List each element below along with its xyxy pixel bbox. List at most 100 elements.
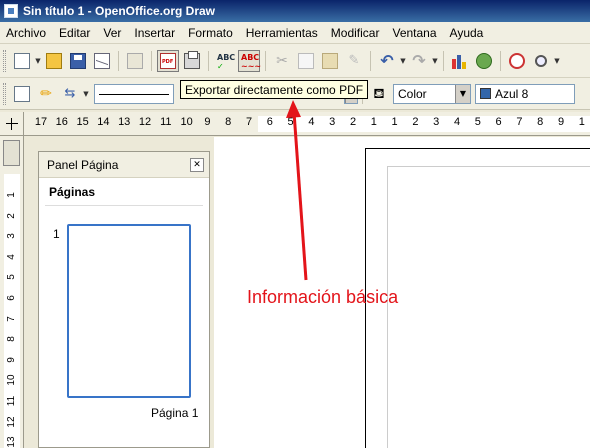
undo-dropdown-icon[interactable]: ▼ bbox=[399, 57, 407, 65]
close-icon[interactable]: ✕ bbox=[190, 157, 204, 172]
ruler-origin-icon[interactable] bbox=[0, 112, 24, 136]
toolbar-separator bbox=[265, 50, 266, 71]
ruler-tick-label: 7 bbox=[516, 116, 523, 128]
area-style-select[interactable]: Color ▼ bbox=[393, 83, 471, 104]
export-pdf-button[interactable] bbox=[157, 49, 179, 72]
menu-insertar[interactable]: Insertar bbox=[128, 26, 182, 40]
toolbar-separator bbox=[443, 50, 444, 71]
ruler-tick-label: 1 bbox=[391, 116, 398, 128]
line-style-button[interactable] bbox=[11, 83, 33, 105]
autospellcheck-icon: ABC ~~~ bbox=[241, 52, 262, 71]
toolbar-grip[interactable] bbox=[3, 82, 6, 105]
redo-button[interactable]: ↷ bbox=[408, 50, 430, 72]
export-pdf-tooltip: Exportar directamente como PDF bbox=[180, 80, 369, 99]
ruler-tick-label: 13 bbox=[6, 436, 17, 448]
ruler-tick-label: 8 bbox=[537, 116, 544, 128]
fontwork-button[interactable] bbox=[473, 50, 495, 72]
line-color-button[interactable]: ✏ bbox=[35, 83, 57, 105]
menu-modificar[interactable]: Modificar bbox=[325, 26, 387, 40]
page-thumbnail[interactable] bbox=[67, 224, 191, 398]
ruler-tick-label: 11 bbox=[160, 116, 172, 128]
ruler-tick-label: 2 bbox=[349, 116, 357, 128]
spellcheck-button[interactable]: ABC ✓ bbox=[214, 50, 236, 72]
horizontal-ruler[interactable]: 17 16 15 14 13 12 11 10 9 8 7 6 5 4 3 2 1 1 2 3 4 5 6 7 8 9 1 bbox=[0, 112, 590, 136]
redo-icon: ↷ bbox=[412, 50, 426, 70]
ruler-tick-label: 15 bbox=[76, 116, 89, 128]
autospellcheck-button[interactable]: ABC ~~~ bbox=[238, 49, 262, 72]
ruler-tick-label: 5 bbox=[287, 116, 294, 128]
menu-archivo[interactable]: Archivo bbox=[0, 26, 53, 40]
panel-header[interactable]: Panel Página ✕ bbox=[39, 152, 209, 178]
toolbar-grip[interactable] bbox=[3, 49, 6, 72]
email-button[interactable] bbox=[91, 50, 113, 72]
ruler-tick-label: 17 bbox=[34, 116, 48, 128]
menu-formato[interactable]: Formato bbox=[182, 26, 240, 40]
ruler-tick-label: 4 bbox=[308, 116, 315, 128]
menu-ver[interactable]: Ver bbox=[97, 26, 128, 40]
menu-ayuda[interactable]: Ayuda bbox=[444, 26, 491, 40]
menu-herramientas[interactable]: Herramientas bbox=[240, 26, 325, 40]
ruler-tick-label: 8 bbox=[6, 336, 17, 342]
undo-button[interactable]: ↶ bbox=[376, 50, 398, 72]
print-button[interactable] bbox=[181, 50, 203, 72]
page-thumbnail-label: Página 1 bbox=[151, 406, 199, 420]
page-panel: Panel Página ✕ Páginas 1 Página 1 bbox=[38, 151, 210, 448]
copy-button[interactable] bbox=[295, 50, 317, 72]
new-document-icon bbox=[14, 52, 30, 69]
new-button[interactable] bbox=[11, 50, 33, 72]
save-button[interactable] bbox=[67, 50, 89, 72]
ruler-tick-label: 8 bbox=[225, 116, 232, 128]
toolbar-separator bbox=[151, 50, 152, 71]
menu-editar[interactable]: Editar bbox=[53, 26, 97, 40]
zoom-icon bbox=[535, 54, 547, 67]
drawing-page[interactable] bbox=[365, 148, 590, 448]
save-icon bbox=[70, 52, 86, 69]
ruler-tick-label: 3 bbox=[6, 233, 17, 239]
spellcheck-icon: ABC ✓ bbox=[217, 52, 236, 71]
arrows-icon: ⇆ bbox=[64, 85, 76, 101]
standard-toolbar: ▼ ABC✓ ABC~~~ ✂ ✎ ↶ ▼ ↷ ▼ ▼ bbox=[0, 44, 590, 78]
ruler-tick-label: 6 bbox=[6, 295, 17, 301]
ruler-tick-label: 2 bbox=[412, 116, 419, 128]
cut-button[interactable]: ✂ bbox=[271, 50, 293, 72]
chevron-down-icon: ▼ bbox=[455, 84, 470, 103]
chart-button[interactable] bbox=[449, 50, 471, 72]
window-title: Sin título 1 - OpenOffice.org Draw bbox=[23, 4, 216, 18]
vertical-ruler[interactable]: 1 2 3 4 5 6 7 8 9 10 11 12 13 bbox=[0, 136, 24, 448]
ruler-tick-label: 10 bbox=[180, 116, 193, 128]
arrow-dropdown-icon[interactable]: ▼ bbox=[82, 90, 90, 98]
ruler-tick-label: 5 bbox=[474, 116, 481, 128]
zoom-dropdown-icon[interactable]: ▼ bbox=[553, 57, 561, 65]
zoom-button[interactable] bbox=[530, 50, 552, 72]
menu-ventana[interactable]: Ventana bbox=[386, 26, 443, 40]
panel-toggle-button[interactable] bbox=[3, 140, 20, 166]
panel-title: Panel Página bbox=[47, 157, 119, 172]
ruler-tick-label: 1 bbox=[6, 192, 17, 198]
toolbar-separator bbox=[370, 50, 371, 71]
pages-section-label: Páginas bbox=[45, 182, 203, 206]
undo-icon: ↶ bbox=[380, 50, 394, 70]
ruler-tick-label: 1 bbox=[370, 116, 377, 128]
area-color-select[interactable]: Azul 8 bbox=[475, 83, 575, 104]
toolbar-separator bbox=[500, 50, 501, 71]
ruler-tick-label: 6 bbox=[266, 116, 273, 128]
navigator-button[interactable] bbox=[506, 50, 528, 72]
ruler-tick-label: 3 bbox=[329, 116, 336, 128]
new-dropdown-icon[interactable]: ▼ bbox=[34, 57, 42, 65]
ruler-tick-label: 6 bbox=[495, 116, 502, 128]
ruler-tick-label: 13 bbox=[118, 116, 131, 128]
paint-bucket-icon: ⛾ bbox=[373, 85, 385, 102]
edit-file-icon bbox=[127, 52, 143, 69]
redo-dropdown-icon[interactable]: ▼ bbox=[431, 57, 439, 65]
toolbar-separator bbox=[208, 50, 209, 71]
open-button[interactable] bbox=[43, 50, 65, 72]
arrow-style-button[interactable]: ⇆ bbox=[59, 83, 81, 105]
draw-app-icon bbox=[4, 4, 18, 18]
line-style-select[interactable] bbox=[94, 83, 174, 104]
paste-button[interactable] bbox=[319, 50, 341, 72]
clone-format-button[interactable]: ✎ bbox=[343, 50, 365, 72]
menu-bar: Archivo Editar Ver Insertar Formato Herr… bbox=[0, 22, 590, 44]
edit-file-button[interactable] bbox=[124, 50, 146, 72]
area-button[interactable]: ⛾ bbox=[368, 83, 390, 105]
ruler-tick-label: 9 bbox=[204, 116, 211, 128]
